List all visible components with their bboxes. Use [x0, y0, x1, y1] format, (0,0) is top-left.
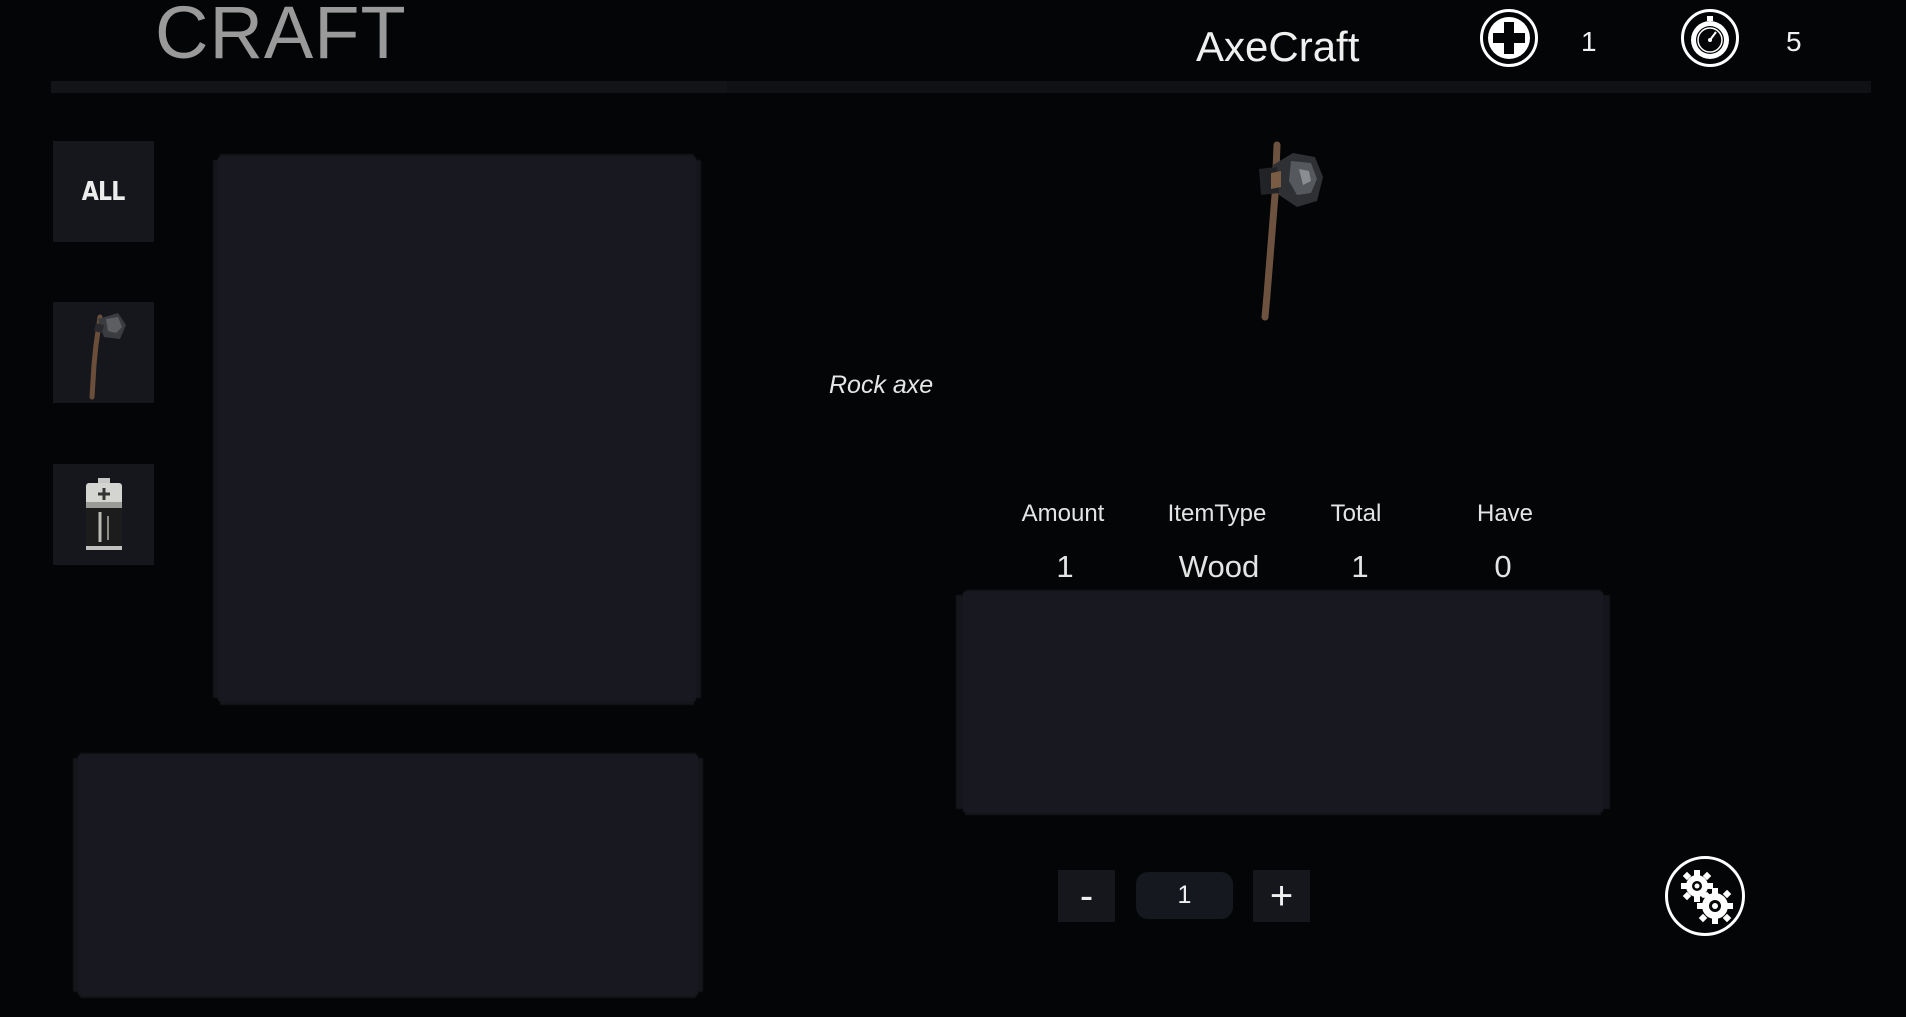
- header-divider-left: [51, 81, 727, 93]
- category-tools-button[interactable]: [53, 302, 154, 403]
- column-header-amount: Amount: [1021, 500, 1105, 527]
- craft-button[interactable]: [1665, 856, 1745, 936]
- rock-axe-icon: [89, 312, 126, 399]
- column-header-total: Total: [1330, 500, 1382, 527]
- rock-axe-icon: [1235, 135, 1325, 330]
- category-all-button[interactable]: ALL: [53, 141, 154, 242]
- column-header-itemtype: ItemType: [1167, 500, 1267, 527]
- item-name: Rock axe: [829, 371, 934, 399]
- stopwatch-icon: [1681, 9, 1739, 67]
- recipe-list-panel[interactable]: [218, 157, 696, 701]
- ingredient-item-type: Wood: [1178, 549, 1260, 584]
- quantity-increase-button[interactable]: +: [1253, 870, 1310, 922]
- gears-icon: [1681, 870, 1733, 924]
- battery-icon: [85, 477, 122, 550]
- quantity-decrease-button[interactable]: -: [1058, 870, 1115, 922]
- timer-value: 5: [1786, 26, 1802, 57]
- recipe-name: AxeCraft: [1196, 23, 1360, 70]
- category-electric-button[interactable]: [53, 464, 154, 565]
- ingredient-total: 1: [1351, 549, 1369, 584]
- quantity-field[interactable]: 1: [1136, 872, 1233, 919]
- category-all-label: ALL: [82, 176, 126, 207]
- craft-screen: CRAFT AxeCraft 1 5 ALL Rock axe Amount I…: [0, 0, 1906, 1017]
- ingredient-have: 0: [1494, 549, 1512, 584]
- page-title: CRAFT: [155, 0, 407, 74]
- plus-circle-icon: [1480, 9, 1538, 67]
- column-header-have: Have: [1476, 500, 1534, 527]
- description-panel: [78, 755, 698, 995]
- ingredients-panel: [963, 592, 1603, 812]
- ingredient-amount: 1: [1056, 549, 1074, 584]
- health-value: 1: [1581, 26, 1597, 57]
